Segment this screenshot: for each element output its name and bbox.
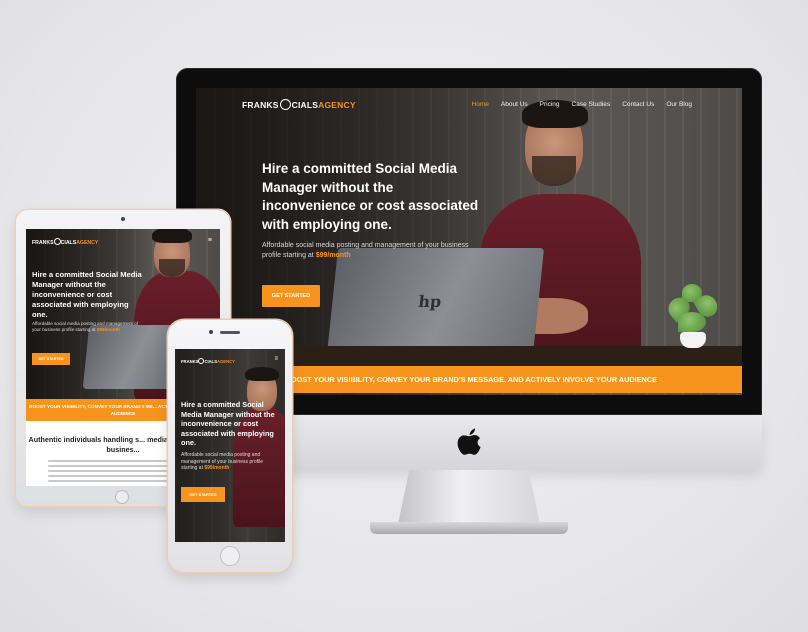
phone-get-started-button[interactable]: GET STARTED [181,487,225,502]
brand-logo[interactable]: FRANKS CIALSAGENCY [242,99,356,110]
tablet-hero-subtitle: Affordable social media posting and mana… [32,321,138,333]
iphone-home-button [220,546,240,566]
laptop-brand-logo: hp [417,292,443,311]
phone-brand-logo[interactable]: FRANKS CIALSAGENCY [181,358,235,364]
apple-logo-icon [457,428,481,455]
hero-price: $99/month [315,252,351,259]
nav-links: Home About Us Pricing Case Studies Conta… [472,101,692,108]
top-navigation: FRANKS CIALSAGENCY Home About Us Pricing … [196,88,742,122]
hamburger-icon[interactable]: ≡ [208,237,212,244]
hero-subtitle: Affordable social media posting and mana… [262,242,469,259]
get-started-button[interactable]: GET STARTED [262,285,320,307]
imac-stand-neck [398,470,540,524]
nav-item-pricing[interactable]: Pricing [540,101,560,108]
imac-stand-foot [370,522,568,534]
phone-hero-subtitle: Affordable social media posting and mana… [181,452,263,472]
tablet-get-started-button[interactable]: GET STARTED [32,353,70,365]
nav-item-about-us[interactable]: About Us [501,101,528,108]
logo-mark-icon [53,238,61,245]
visibility-banner: OOST YOUR VISIBILITY, CONVEY YOUR BRAND'… [291,366,742,393]
logo-mark-icon [279,99,291,110]
ipad-camera [121,217,125,221]
nav-item-home[interactable]: Home [472,101,489,108]
ipad-home-button [115,490,129,504]
nav-item-contact-us[interactable]: Contact Us [622,101,654,108]
nav-item-case-studies[interactable]: Case Studies [572,101,611,108]
iphone-device: FRANKS CIALSAGENCY ≡ Hire a committed Soc… [168,320,292,572]
phone-hero-title: Hire a committed Social Media Manager wi… [181,400,275,448]
tablet-hero-title: Hire a committed Social Media Manager wi… [32,270,142,319]
iphone-speaker [220,331,240,334]
tablet-brand-logo[interactable]: FRANKS CIALSAGENCY [32,238,98,246]
tablet-laptop-image [82,325,180,389]
hero-title: Hire a committed Social Media Manager wi… [262,161,479,232]
nav-item-our-blog[interactable]: Our Blog [666,101,692,108]
hamburger-icon[interactable]: ≡ [274,356,278,362]
phone-website-screen: FRANKS CIALSAGENCY ≡ Hire a committed Soc… [175,349,285,542]
iphone-camera [209,330,213,334]
